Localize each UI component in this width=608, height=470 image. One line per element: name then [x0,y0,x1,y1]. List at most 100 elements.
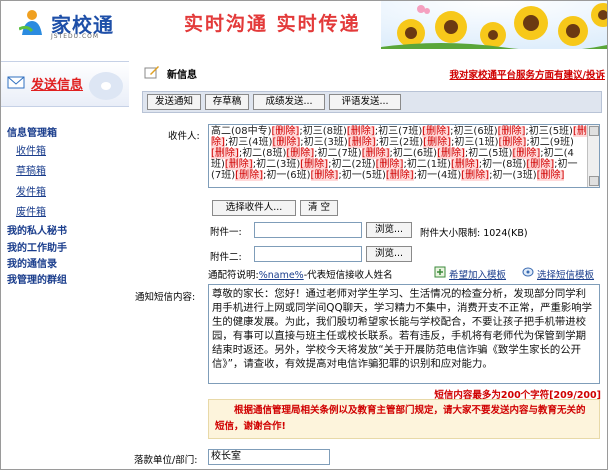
placeholder-var: %name% [258,270,304,281]
select-template-link[interactable]: 选择短信模板 [537,267,594,281]
recipient-delete-link[interactable]: [删除] [422,126,451,137]
recipients-scrollbar[interactable] [587,125,599,187]
attachment-size-limit: 附件大小限制: 1024(KB) [420,228,528,239]
recipient-delete-link[interactable]: [删除] [437,148,465,159]
send-message-link[interactable]: 发送信息 [31,74,83,93]
recipient-name: 初三(8班) [302,126,347,137]
recipient-delete-link[interactable]: [删除] [300,159,329,170]
select-template-icon [522,267,534,277]
nav-contacts[interactable]: 我的通信录 [7,255,57,270]
select-recipients-button[interactable]: 选择收件人... [212,200,296,216]
main-header: 新信息 我对家校通平台服务方面有建议/投诉 [132,61,607,83]
scroll-up-icon[interactable] [589,126,599,136]
recipient-delete-link[interactable]: [删除] [423,137,451,148]
recipient-name: 初三(1班) [454,137,499,148]
recipients-box[interactable]: 高二(08中专)[删除];初三(8班)[删除];初三(7班)[删除];初三(6班… [208,124,600,188]
clear-button[interactable]: 清 空 [300,200,338,216]
main-panel: 新信息 我对家校通平台服务方面有建议/投诉 发送通知 存草稿 成绩发送... 评… [132,49,607,469]
nav-groups[interactable]: 我管理的群组 [7,271,67,286]
recipient-name: 初一(8班) [482,159,527,170]
pen-icon [144,66,159,79]
recipient-name: 初二(8班) [242,148,287,159]
attachment1-browse-button[interactable]: 浏览... [366,222,412,238]
recipient-name: 初二(7班) [317,148,362,159]
recipient-delete-link[interactable]: [删除] [461,170,490,181]
recipient-name: 初一(6班) [266,170,311,181]
page-title: 新信息 [167,70,197,81]
nav-assistant[interactable]: 我的工作助手 [7,239,67,254]
recipient-delete-link[interactable]: [删除] [310,170,339,181]
attachment2-input[interactable] [254,246,362,262]
sender-input[interactable]: 校长室 [208,449,330,465]
nav-trash[interactable]: 废件箱 [16,203,46,218]
recipient-delete-link[interactable]: [删除] [385,170,414,181]
sidebar: 发送信息 信息管理箱 收件箱 草稿箱 发件箱 废件箱 我的私人秘书 我的工作助手… [1,49,131,469]
recipient-delete-link[interactable]: [删除] [271,126,300,137]
sender-label: 落款单位/部门: [134,455,198,466]
recipient-delete-link[interactable]: [删除] [536,170,565,181]
recipient-name: 初二(1班) [406,159,451,170]
sunflower-banner-icon [381,1,607,49]
nav-info-box[interactable]: 信息管理箱 [7,124,57,139]
attachment2-label: 附件二: [210,252,242,263]
slogan: 实时沟通 实时传递 [184,13,361,35]
attachment1-input[interactable] [254,222,362,238]
send-scores-button[interactable]: 成绩发送... [253,94,325,110]
recipient-delete-link[interactable]: [删除] [497,126,526,137]
send-message-box[interactable]: 发送信息 [1,61,129,107]
recipient-name: 初二(3班) [256,159,301,170]
nav-secretary[interactable]: 我的私人秘书 [7,222,67,237]
message-content-textarea[interactable]: 尊敬的家长：您好！通过老师对学生学习、生活情况的检查分析，发现部分同学利用手机进… [208,284,600,384]
nav-outbox[interactable]: 发件箱 [16,183,46,198]
nav-inbox[interactable]: 收件箱 [16,142,46,157]
disc-decoration-icon [89,72,123,100]
recipient-name: 初一(3班) [492,170,537,181]
recipient-delete-link[interactable]: [删除] [272,137,301,148]
recipient-name: 初二(9班) [529,137,574,148]
nav-drafts[interactable]: 草稿箱 [16,162,46,177]
recipient-delete-link[interactable]: [删除] [512,148,541,159]
recipient-delete-link[interactable]: [删除] [375,159,404,170]
recipient-delete-link[interactable]: [删除] [498,137,527,148]
add-template-icon [434,266,446,278]
attachment1-label: 附件一: [210,227,242,238]
placeholder-hint: 通配符说明:%name%-代表短信接收人姓名 [208,267,393,281]
recipient-delete-link[interactable]: [删除] [211,148,239,159]
recipient-delete-link[interactable]: [删除] [526,159,555,170]
recipient-name: 初三(7班) [378,126,423,137]
recipient-delete-link[interactable]: [删除] [235,170,263,181]
recipients-list: 高二(08中专)[删除];初三(8班)[删除];初三(7班)[删除];初三(6班… [209,125,589,182]
recipient-name: 初三(6班) [453,126,498,137]
scroll-down-icon[interactable] [589,176,599,186]
recipient-delete-link[interactable]: [删除] [286,148,315,159]
logo-subtext: JSTEDU.COM [51,33,100,40]
recipient-name: 初二(2班) [331,159,376,170]
add-template-link[interactable]: 希望加入模板 [449,267,506,281]
recipient-name: 初三(3班) [303,137,348,148]
logo-person-icon [19,10,42,35]
attachment2-browse-button[interactable]: 浏览... [366,246,412,262]
recipient-delete-link[interactable]: [删除] [450,159,479,170]
send-notice-button[interactable]: 发送通知 [147,94,201,110]
suggestion-link[interactable]: 我对家校通平台服务方面有建议/投诉 [450,67,605,81]
recipient-name: 高二(08中专) [211,126,272,137]
placeholder-hint-prefix: 通配符说明: [208,270,259,281]
envelope-icon [7,76,25,89]
placeholder-hint-suffix: -代表短信接收人姓名 [303,270,393,281]
app-window: 家校通 JSTEDU.COM 实时沟通 实时传递 发送信息 信息管理箱 收件箱 … [0,0,608,470]
recipient-delete-link[interactable]: [删除] [346,126,375,137]
recipient-delete-link[interactable]: [删除] [347,137,376,148]
recipient-delete-link[interactable]: [删除] [361,148,390,159]
toolbar: 发送通知 存草稿 成绩发送... 评语发送... [142,91,602,113]
policy-notice: 根据通信管理局相关条例以及教育主管部门规定，请大家不要发送内容与教育无关的短信，… [208,399,600,439]
save-draft-button[interactable]: 存草稿 [205,94,249,110]
recipient-name: 初三(5班) [528,126,573,137]
content-label: 通知短信内容: [135,292,196,303]
recipient-delete-link[interactable]: [删除] [224,159,253,170]
header: 家校通 JSTEDU.COM 实时沟通 实时传递 [1,1,607,49]
send-comments-button[interactable]: 评语发送... [329,94,401,110]
recipient-name: 初一(5班) [341,170,386,181]
recipient-name: 初二(5班) [468,148,513,159]
recipients-label: 收件人: [168,131,200,142]
recipient-name: 初二(6班) [392,148,438,159]
